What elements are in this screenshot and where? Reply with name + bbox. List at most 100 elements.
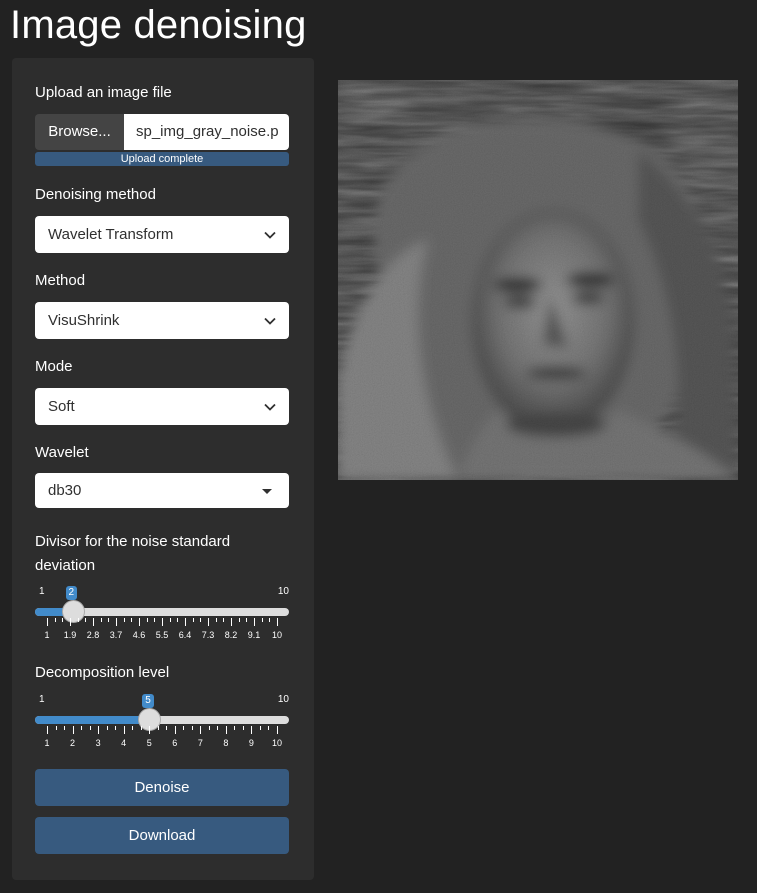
decomp-level-slider[interactable]: 1 10 5 1 2 3 4 5 6 7 8 9 10 [35, 694, 291, 754]
slider-min-label: 1 [39, 694, 45, 705]
slider-minor-tick [54, 618, 56, 622]
slider-min-label: 1 [39, 586, 45, 597]
slider-minor-tick [238, 618, 240, 622]
slider-minor-tick [62, 618, 64, 622]
slider-tick-label: 3 [95, 738, 101, 748]
slider-minor-tick [157, 726, 159, 730]
mode-select[interactable]: Soft [35, 388, 289, 425]
slider-major-tick [277, 618, 278, 626]
slider-major-tick [251, 726, 253, 734]
upload-progress-fill: Upload complete [35, 152, 289, 166]
slider-ticks: 1 1.9 2.8 3.7 4.6 5.5 6.4 7.3 8.2 9.1 10 [35, 618, 291, 646]
denoising-method-value: Wavelet Transform [48, 226, 174, 243]
slider-major-tick [123, 726, 125, 734]
slider-ticks: 1 2 3 4 5 6 7 8 9 10 [35, 726, 291, 754]
slider-major-tick [225, 726, 227, 734]
slider-minor-tick [208, 726, 210, 730]
file-input[interactable]: Browse... sp_img_gray_noise.p [35, 114, 289, 150]
slider-minor-tick [269, 618, 271, 622]
slider-tick-label: 8 [223, 738, 229, 748]
chevron-down-icon [263, 388, 277, 425]
slider-minor-tick [106, 726, 108, 730]
slider-minor-tick [242, 726, 244, 730]
slider-minor-tick [166, 726, 168, 730]
slider-minor-tick [177, 618, 179, 622]
slider-value-bubble: 2 [65, 586, 78, 600]
slider-major-tick [116, 618, 117, 626]
sidebar-panel: Upload an image file Browse... sp_img_gr… [12, 58, 314, 880]
slider-tick-label: 2 [70, 738, 76, 748]
slider-minor-tick [223, 618, 225, 622]
slider-major-tick [149, 726, 151, 734]
slider-minor-tick [169, 618, 171, 622]
slider-minor-tick [146, 618, 148, 622]
browse-button[interactable]: Browse... [35, 114, 124, 150]
slider-tick-label: 7 [197, 738, 203, 748]
main-panel [314, 58, 757, 880]
method-label: Method [35, 272, 86, 289]
slider-minor-tick [191, 726, 193, 730]
slider-major-tick [254, 618, 255, 626]
slider-minor-tick [234, 726, 236, 730]
slider-tick-label: 5 [146, 738, 152, 748]
slider-tick-label: 1 [44, 630, 50, 640]
slider-major-tick [47, 726, 48, 734]
method-select[interactable]: VisuShrink [35, 302, 289, 339]
slider-max-label: 10 [277, 694, 289, 705]
slider-major-tick [72, 726, 74, 734]
slider-minor-tick [246, 618, 248, 622]
method-value: VisuShrink [48, 312, 120, 329]
slider-minor-tick [259, 726, 261, 730]
noise-divisor-slider[interactable]: 1 10 2 1 1.9 2.8 3.7 4.6 5.5 6.4 7.3 8.2 9.1 10 [35, 586, 291, 646]
noise-divisor-label: Divisor for the noise standard deviation [35, 533, 231, 574]
caret-down-icon [262, 489, 272, 494]
upload-label: Upload an image file [35, 84, 172, 101]
chevron-down-icon [263, 302, 277, 339]
slider-minor-tick [115, 726, 117, 730]
slider-minor-tick [217, 726, 219, 730]
download-button[interactable]: Download [35, 817, 289, 854]
slider-minor-tick [140, 726, 142, 730]
slider-minor-tick [123, 618, 125, 622]
slider-minor-tick [81, 726, 83, 730]
slider-minor-tick [131, 618, 133, 622]
mode-label: Mode [35, 358, 73, 375]
slider-minor-tick [183, 726, 185, 730]
slider-minor-tick [261, 618, 263, 622]
slider-tick-label: 4 [121, 738, 127, 748]
upload-progress-bar: Upload complete [35, 152, 289, 166]
wavelet-label: Wavelet [35, 444, 89, 461]
slider-tick-label: 10 [271, 630, 283, 640]
denoise-button[interactable]: Denoise [35, 769, 289, 806]
slider-major-tick [277, 726, 278, 734]
slider-major-tick [208, 618, 209, 626]
slider-minor-tick [55, 726, 57, 730]
slider-minor-tick [200, 618, 202, 622]
slider-minor-tick [77, 618, 79, 622]
slider-minor-tick [85, 618, 87, 622]
slider-major-tick [185, 618, 186, 626]
denoising-method-select[interactable]: Wavelet Transform [35, 216, 289, 253]
file-name-field[interactable]: sp_img_gray_noise.p [124, 114, 289, 150]
wavelet-select[interactable]: db30 [35, 473, 289, 508]
slider-minor-tick [215, 618, 217, 622]
slider-minor-tick [108, 618, 110, 622]
slider-minor-tick [100, 618, 102, 622]
denoised-image [338, 80, 738, 480]
slider-minor-tick [192, 618, 194, 622]
slider-tick-label: 6.4 [178, 630, 192, 640]
slider-major-tick [162, 618, 163, 626]
slider-tick-label: 8.2 [224, 630, 238, 640]
chevron-down-icon [263, 216, 277, 253]
slider-tick-label: 1 [44, 738, 50, 748]
slider-major-tick [174, 726, 176, 734]
slider-tick-label: 9.1 [247, 630, 261, 640]
denoising-method-label: Denoising method [35, 186, 156, 203]
slider-max-label: 10 [277, 586, 289, 597]
wavelet-value: db30 [48, 482, 82, 499]
page-title: Image denoising [10, 3, 307, 47]
slider-minor-tick [89, 726, 91, 730]
slider-tick-label: 4.6 [132, 630, 146, 640]
slider-tick-label: 9 [248, 738, 254, 748]
mode-value: Soft [48, 398, 75, 415]
